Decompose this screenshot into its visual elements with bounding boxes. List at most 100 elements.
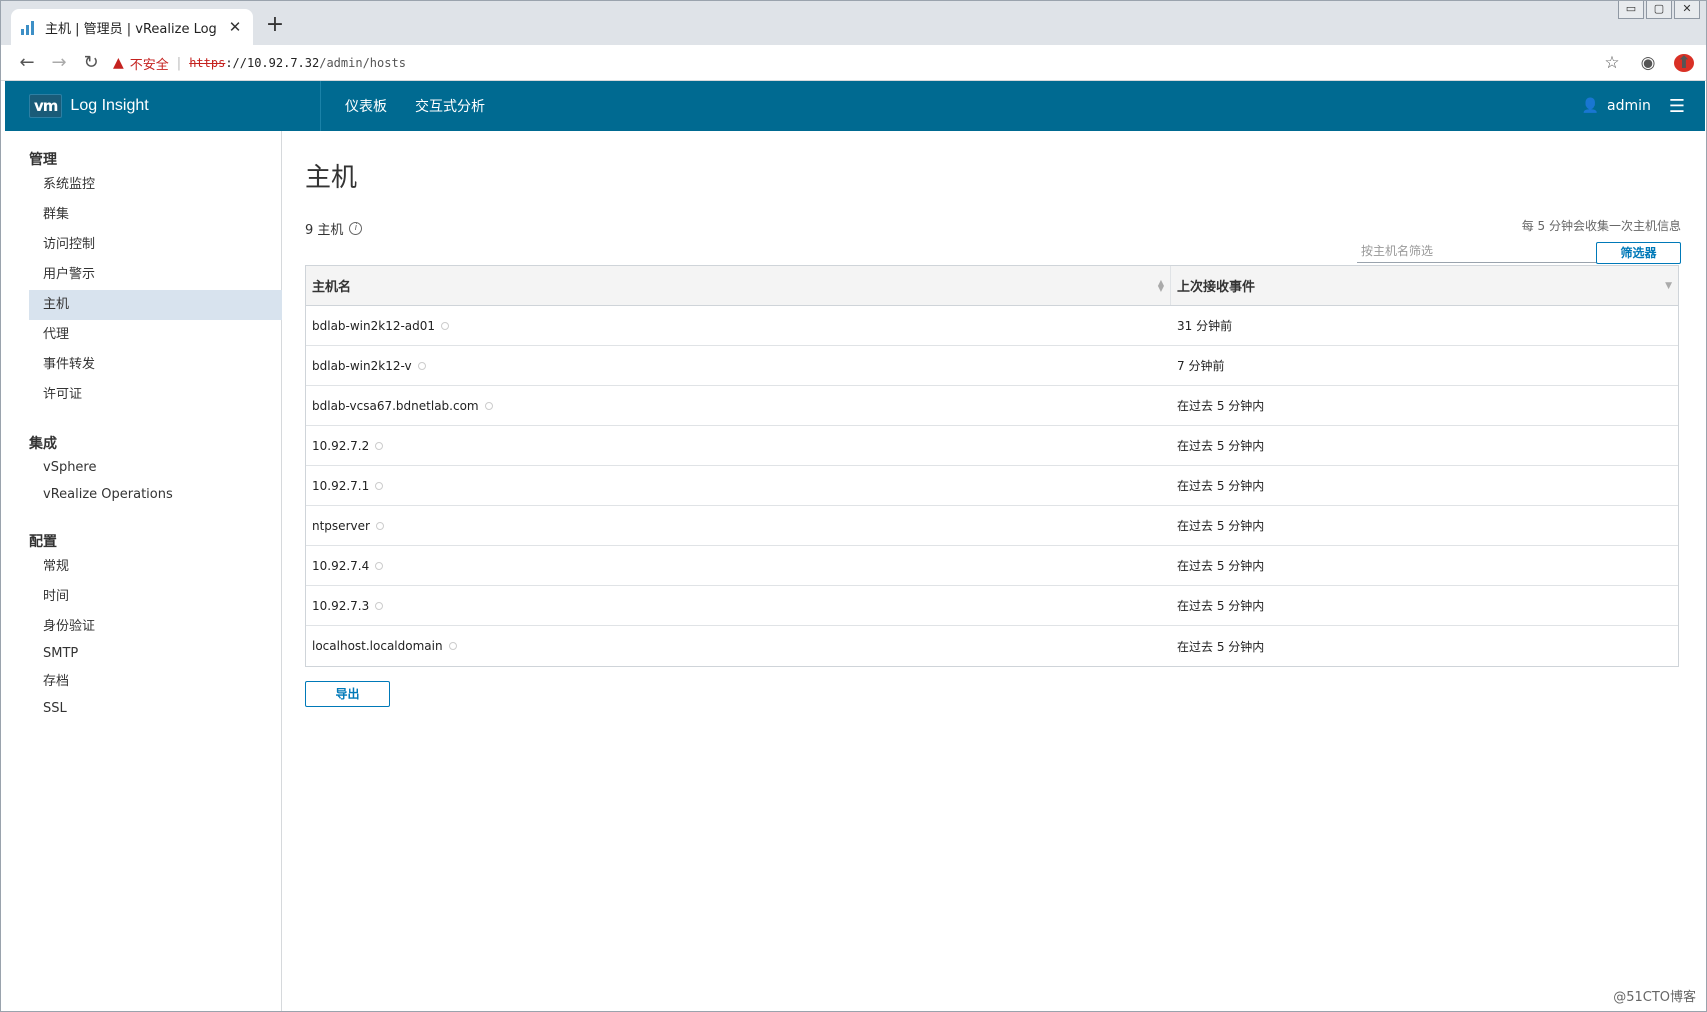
host-count: 9 主机 i	[305, 219, 363, 238]
table-header: 主机名 ▲ ▼ 上次接收事件 ▼	[306, 266, 1678, 306]
last-event-cell: 在过去 5 分钟内	[1177, 479, 1265, 493]
extension-icon[interactable]: ⬆	[1674, 54, 1694, 72]
hostname: 10.92.7.3	[312, 598, 370, 613]
table-row: 10.92.7.1 在过去 5 分钟内	[306, 466, 1678, 506]
hostname: bdlab-win2k12-ad01	[312, 318, 436, 333]
sidebar-item-user-alerts[interactable]: 用户警示	[29, 260, 282, 290]
table-row: localhost.localdomain 在过去 5 分钟内	[306, 626, 1678, 666]
table-row: ntpserver 在过去 5 分钟内	[306, 506, 1678, 546]
sidebar-section-management: 管理	[29, 152, 57, 168]
window-close-button[interactable]: ✕	[1674, 1, 1700, 19]
app-header: vm Log Insight 仪表板 交互式分析 👤 admin ☰	[5, 81, 1705, 131]
browser-toolbar: ← → ↻ ▲ 不安全 | https://10.92.7.32/admin/h…	[1, 45, 1706, 81]
url-scheme: https	[189, 56, 226, 70]
hostname-cell: localhost.localdomain	[306, 626, 1171, 666]
sidebar-item-general[interactable]: 常规	[29, 552, 282, 582]
sidebar-item-authentication[interactable]: 身份验证	[29, 612, 282, 642]
security-warning[interactable]: ▲ 不安全	[113, 54, 169, 73]
sort-icon[interactable]: ▲ ▼	[1158, 278, 1164, 292]
hostname: localhost.localdomain	[312, 639, 443, 653]
new-tab-button[interactable]: +	[263, 13, 287, 37]
toolbar-actions: ☆ ◉ ⬆	[1602, 53, 1694, 73]
hostname-cell: bdlab-vcsa67.bdnetlab.com	[306, 386, 1171, 425]
sidebar-item-archive[interactable]: 存档	[29, 667, 282, 697]
app-name: Log Insight	[70, 97, 149, 114]
sidebar-item-smtp[interactable]: SMTP	[29, 639, 282, 669]
hostname: ntpserver	[312, 518, 370, 533]
column-header-hostname[interactable]: 主机名 ▲ ▼	[306, 266, 1171, 305]
column-hostname-label: 主机名	[312, 280, 352, 295]
host-status-icon	[484, 401, 493, 410]
table-row: bdlab-win2k12-ad01 31 分钟前	[306, 306, 1678, 346]
url-text: https://10.92.7.32/admin/hosts	[189, 56, 406, 70]
minimize-button[interactable]: ▭	[1618, 1, 1644, 19]
last-event-cell: 在过去 5 分钟内	[1177, 559, 1265, 573]
profile-icon[interactable]: ◉	[1638, 53, 1658, 73]
address-bar[interactable]: ▲ 不安全 | https://10.92.7.32/admin/hosts	[113, 49, 1620, 77]
sidebar-item-vsphere[interactable]: vSphere	[29, 453, 282, 483]
hamburger-menu-icon[interactable]: ☰	[1669, 96, 1685, 117]
warning-triangle-icon: ▲	[113, 55, 124, 71]
host-filter-input[interactable]	[1357, 239, 1605, 263]
reload-icon[interactable]: ↻	[75, 52, 107, 73]
host-status-icon	[441, 321, 450, 330]
user-menu[interactable]: 👤 admin ☰	[1582, 96, 1685, 117]
column-last-event-label: 上次接收事件	[1177, 280, 1256, 295]
hostname-cell: bdlab-win2k12-v	[306, 346, 1171, 385]
hosts-table: 主机名 ▲ ▼ 上次接收事件 ▼ bdlab-win2k12-ad01 31 分钟…	[305, 265, 1679, 667]
last-event-cell: 在过去 5 分钟内	[1177, 599, 1265, 613]
sidebar-item-access-control[interactable]: 访问控制	[29, 230, 282, 260]
back-arrow-icon[interactable]: ←	[11, 52, 43, 73]
sidebar-section-configuration: 配置	[29, 534, 57, 550]
browser-window: 主机 | 管理员 | vRealize Log ✕ + ▭ ▢ ✕ ← → ↻ …	[0, 0, 1707, 1012]
hostname: bdlab-vcsa67.bdnetlab.com	[312, 398, 479, 413]
info-icon[interactable]: i	[349, 222, 363, 235]
column-header-last-event[interactable]: 上次接收事件 ▼	[1171, 266, 1678, 305]
hostname: 10.92.7.4	[312, 558, 370, 573]
last-event-cell: 7 分钟前	[1177, 359, 1225, 373]
table-row: bdlab-vcsa67.bdnetlab.com 在过去 5 分钟内	[306, 386, 1678, 426]
brand[interactable]: vm Log Insight	[5, 81, 321, 131]
nav-dashboard[interactable]: 仪表板	[345, 96, 387, 116]
host-status-icon	[375, 521, 384, 530]
sidebar-item-time[interactable]: 时间	[29, 582, 282, 612]
sidebar-section-integration: 集成	[29, 436, 57, 452]
browser-tab[interactable]: 主机 | 管理员 | vRealize Log ✕	[11, 9, 253, 45]
sidebar-item-vrealize-operations[interactable]: vRealize Operations	[29, 480, 282, 510]
sort-desc-icon[interactable]: ▼	[1665, 281, 1672, 290]
table-row: 10.92.7.4 在过去 5 分钟内	[306, 546, 1678, 586]
sidebar-item-cluster[interactable]: 群集	[29, 200, 282, 230]
host-status-icon	[417, 361, 426, 370]
sidebar-item-agents[interactable]: 代理	[29, 320, 282, 350]
host-count-label: 9 主机	[305, 223, 344, 238]
table-row: 10.92.7.2 在过去 5 分钟内	[306, 426, 1678, 466]
last-event-cell: 在过去 5 分钟内	[1177, 639, 1265, 654]
filter-button[interactable]: 筛选器	[1596, 242, 1681, 264]
export-button[interactable]: 导出	[305, 681, 390, 707]
maximize-button[interactable]: ▢	[1646, 1, 1672, 19]
sidebar-item-ssl[interactable]: SSL	[29, 694, 282, 724]
hostname-cell: ntpserver	[306, 506, 1171, 545]
bookmark-star-icon[interactable]: ☆	[1602, 53, 1622, 73]
hostname: 10.92.7.2	[312, 438, 370, 453]
host-status-icon	[375, 481, 384, 490]
tab-close-icon[interactable]: ✕	[227, 18, 243, 36]
sidebar-item-hosts[interactable]: 主机	[29, 290, 282, 320]
hostname-cell: bdlab-win2k12-ad01	[306, 306, 1171, 345]
collection-interval-note: 每 5 分钟会收集一次主机信息	[1521, 219, 1681, 233]
sidebar-item-system-monitor[interactable]: 系统监控	[29, 170, 282, 200]
security-label: 不安全	[129, 57, 169, 73]
host-status-icon	[375, 561, 384, 570]
sidebar-item-license[interactable]: 许可证	[29, 380, 282, 410]
last-event-cell: 31 分钟前	[1177, 319, 1233, 333]
sidebar-item-event-forwarding[interactable]: 事件转发	[29, 350, 282, 380]
hostname-cell: 10.92.7.2	[306, 426, 1171, 465]
host-status-icon	[375, 441, 384, 450]
nav-interactive-analytics[interactable]: 交互式分析	[415, 96, 485, 116]
page-title: 主机	[305, 163, 358, 193]
watermark: @51CTO博客	[1613, 990, 1696, 1005]
url-host: ://10.92.7.32	[225, 56, 320, 70]
table-row: 10.92.7.3 在过去 5 分钟内	[306, 586, 1678, 626]
last-event-cell: 在过去 5 分钟内	[1177, 399, 1265, 413]
forward-arrow-icon[interactable]: →	[43, 52, 75, 73]
